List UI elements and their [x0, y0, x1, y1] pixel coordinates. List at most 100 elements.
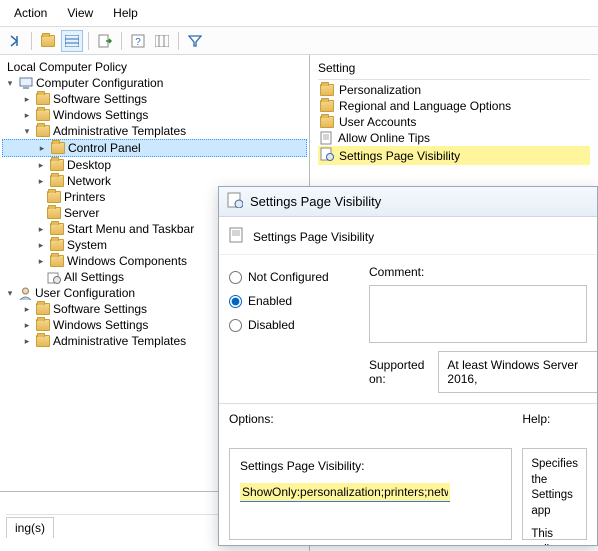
columns-button[interactable]	[151, 30, 173, 52]
expand-icon[interactable]: ▸	[35, 255, 47, 267]
radio-input[interactable]	[229, 319, 242, 332]
toolbar-separator	[88, 32, 89, 50]
details-view-button[interactable]	[61, 30, 83, 52]
menu-help[interactable]: Help	[107, 4, 144, 22]
options-box: Settings Page Visibility:	[229, 448, 512, 540]
options-label: Options:	[229, 412, 512, 426]
truncated-tab[interactable]: ing(s)	[6, 517, 54, 538]
list-label: Personalization	[339, 83, 421, 97]
expand-icon[interactable]: ▸	[21, 109, 33, 121]
dialog-titlebar[interactable]: Settings Page Visibility	[219, 187, 597, 217]
policy-dialog: Settings Page Visibility Settings Page V…	[218, 186, 598, 546]
folder-icon	[41, 35, 55, 47]
comment-area: Comment:	[369, 265, 587, 343]
expand-icon[interactable]: ▸	[35, 239, 47, 251]
column-header-setting[interactable]: Setting	[318, 59, 590, 80]
policy-icon	[227, 192, 243, 211]
tree-label: Local Computer Policy	[7, 60, 127, 74]
tree-label: Windows Components	[67, 254, 187, 268]
expand-icon[interactable]: ▸	[35, 159, 47, 171]
tree-label: Start Menu and Taskbar	[67, 222, 194, 236]
help-text: Specifies the	[531, 457, 578, 488]
tree-label: Windows Settings	[53, 108, 148, 122]
folder-icon	[320, 100, 334, 112]
tree-root[interactable]: Local Computer Policy	[2, 59, 307, 75]
expand-icon[interactable]: ▸	[35, 223, 47, 235]
help-text: This policy a	[531, 527, 578, 546]
list-label: Allow Online Tips	[338, 131, 430, 145]
filter-button[interactable]	[184, 30, 206, 52]
help-text: Settings app	[531, 488, 578, 519]
toolbar-separator	[31, 32, 32, 50]
folder-icon	[50, 239, 64, 251]
comment-textbox[interactable]	[369, 285, 587, 343]
list-item-personalization[interactable]: Personalization	[318, 82, 590, 98]
tree-cc-software[interactable]: ▸ Software Settings	[2, 91, 307, 107]
collapse-icon[interactable]: ▾	[21, 125, 33, 137]
policy-icon	[320, 131, 333, 145]
tree-label: Computer Configuration	[36, 76, 163, 90]
tree-label: Windows Settings	[53, 318, 148, 332]
expand-icon[interactable]: ▸	[21, 319, 33, 331]
tree-desktop[interactable]: ▸ Desktop	[2, 157, 307, 173]
help-column: Help: Specifies the Settings app This po…	[522, 412, 587, 546]
tree-control-panel[interactable]: ▸ Control Panel	[2, 139, 307, 157]
radio-disabled[interactable]: Disabled	[229, 313, 359, 337]
folder-icon	[51, 142, 65, 154]
list-item-settings-page-visibility[interactable]: Settings Page Visibility	[318, 146, 590, 165]
options-field-label: Settings Page Visibility:	[240, 459, 501, 473]
dialog-subtitle: Settings Page Visibility	[253, 230, 374, 244]
list-item-regional[interactable]: Regional and Language Options	[318, 98, 590, 114]
help-text-box: Specifies the Settings app This policy a…	[522, 448, 587, 540]
folder-icon	[320, 84, 334, 96]
expand-icon[interactable]: ▸	[35, 175, 47, 187]
folder-icon	[36, 319, 50, 331]
collapse-icon[interactable]: ▾	[4, 77, 16, 89]
menubar: Action View Help	[0, 0, 598, 27]
tree-computer-config[interactable]: ▾ Computer Configuration	[2, 75, 307, 91]
folder-icon	[36, 93, 50, 105]
collapse-icon[interactable]: ▾	[4, 287, 16, 299]
toolbar: ?	[0, 27, 598, 55]
tree-cc-windows[interactable]: ▸ Windows Settings	[2, 107, 307, 123]
radio-input[interactable]	[229, 295, 242, 308]
folder-icon	[36, 303, 50, 315]
tree-label: All Settings	[64, 270, 124, 284]
folder-icon	[36, 125, 50, 137]
dialog-config-area: Not Configured Enabled Disabled Comment:	[219, 255, 597, 349]
help-button[interactable]: ?	[127, 30, 149, 52]
radio-enabled[interactable]: Enabled	[229, 289, 359, 313]
tree-label: Software Settings	[53, 302, 147, 316]
forward-button[interactable]	[4, 30, 26, 52]
folder-icon	[47, 207, 61, 219]
settings-page-visibility-input[interactable]	[240, 483, 450, 502]
settings-icon	[47, 271, 61, 284]
folder-icon	[36, 109, 50, 121]
folder-icon	[36, 335, 50, 347]
expand-icon[interactable]: ▸	[21, 303, 33, 315]
folder-icon	[50, 223, 64, 235]
menu-view[interactable]: View	[61, 4, 99, 22]
radio-not-configured[interactable]: Not Configured	[229, 265, 359, 289]
supported-row: Supported on: At least Windows Server 20…	[219, 349, 597, 403]
tree-label: Server	[64, 206, 99, 220]
toolbar-separator	[178, 32, 179, 50]
menu-action[interactable]: Action	[8, 4, 53, 22]
expand-icon[interactable]: ▸	[21, 93, 33, 105]
folder-button[interactable]	[37, 30, 59, 52]
computer-icon	[19, 77, 33, 89]
radio-input[interactable]	[229, 271, 242, 284]
list-label: Settings Page Visibility	[339, 149, 460, 163]
user-icon	[19, 287, 32, 300]
list-item-allow-online-tips[interactable]: Allow Online Tips	[318, 130, 590, 146]
svg-text:?: ?	[135, 37, 141, 48]
export-button[interactable]	[94, 30, 116, 52]
tree-label: Printers	[64, 190, 105, 204]
list-item-user-accounts[interactable]: User Accounts	[318, 114, 590, 130]
folder-icon	[47, 191, 61, 203]
tree-cc-admin-templates[interactable]: ▾ Administrative Templates	[2, 123, 307, 139]
radio-label: Disabled	[248, 318, 295, 332]
tree-label: User Configuration	[35, 286, 135, 300]
expand-icon[interactable]: ▸	[21, 335, 33, 347]
expand-icon[interactable]: ▸	[36, 142, 48, 154]
